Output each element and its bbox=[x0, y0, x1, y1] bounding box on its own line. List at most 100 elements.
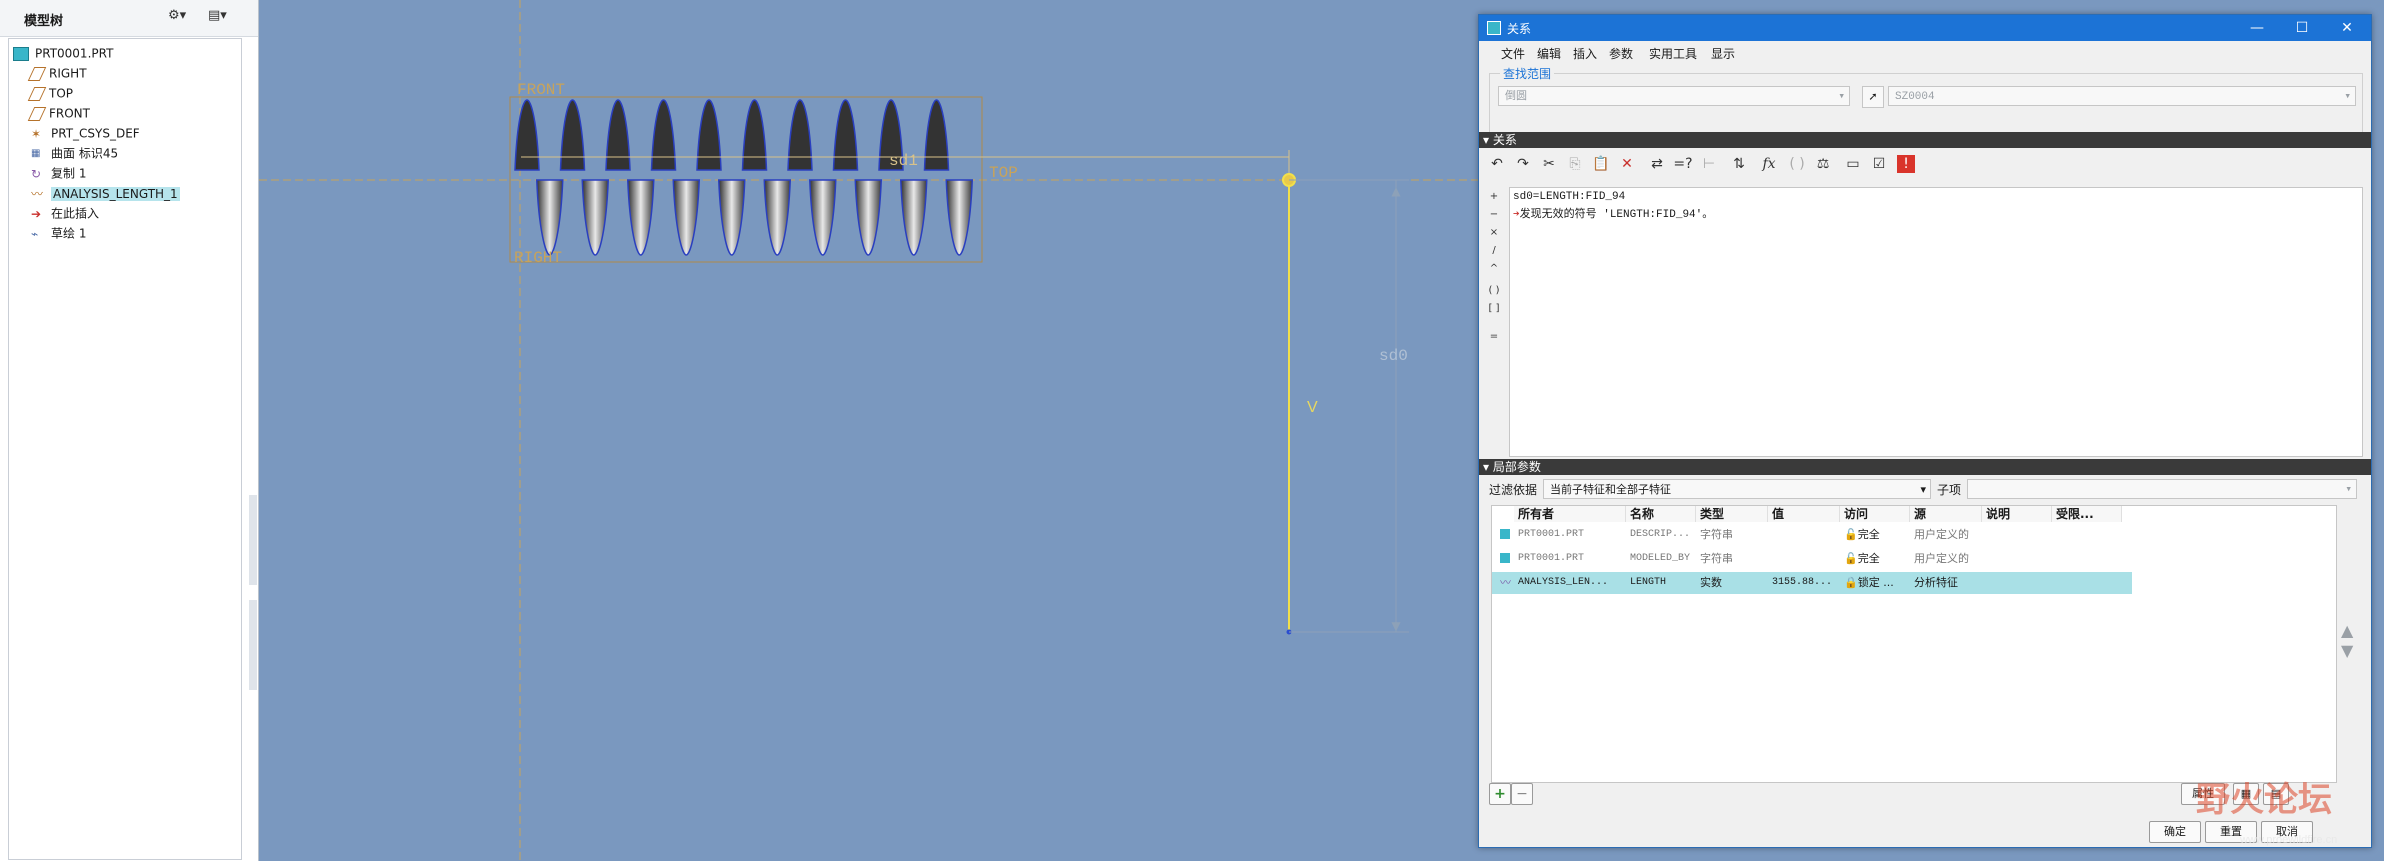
op-parens[interactable]: ( ) bbox=[1483, 285, 1505, 297]
v-label: V bbox=[1307, 399, 1318, 416]
tree-columns-icon[interactable]: ▤▾ bbox=[208, 8, 227, 30]
col-access[interactable]: 访问 bbox=[1840, 506, 1910, 522]
sort-icon[interactable]: ⇅ bbox=[1727, 152, 1751, 176]
scope-select[interactable]: 倒圆 ▾ bbox=[1498, 86, 1850, 106]
op-divide[interactable]: / bbox=[1483, 245, 1505, 257]
cell-restricted bbox=[2052, 524, 2122, 546]
verify-icon[interactable]: ▭ bbox=[1841, 152, 1865, 176]
function-icon[interactable]: fx bbox=[1757, 152, 1781, 176]
menu-insert[interactable]: 插入 bbox=[1573, 45, 1597, 62]
paste-icon[interactable]: 📋 bbox=[1589, 152, 1613, 176]
coil-lower-loop bbox=[899, 179, 928, 256]
graphics-canvas[interactable]: ▲ ▼ FRONT TOP RIGHT sd1 sd0 V bbox=[259, 0, 1479, 861]
op-multiply[interactable]: × bbox=[1483, 227, 1505, 239]
filter-label: 过滤依据 bbox=[1489, 483, 1538, 497]
access-full-icon: 🔓 bbox=[1844, 528, 1858, 541]
child-select[interactable]: ▾ bbox=[1967, 479, 2357, 499]
coil-lower-loop bbox=[672, 179, 701, 256]
tree-item-part[interactable]: PRT0001.PRT bbox=[13, 43, 113, 63]
tree-settings-icon[interactable]: ⚙▾ bbox=[168, 8, 186, 30]
chevron-down-icon: ▾ bbox=[2345, 484, 2352, 496]
table-row[interactable]: PRT0001.PRT DESCRIP... 字符串 🔓完全 用户定义的 bbox=[1492, 524, 2132, 546]
feature-select[interactable]: SZ0004 ▾ bbox=[1888, 86, 2356, 106]
col-value[interactable]: 值 bbox=[1768, 506, 1840, 522]
move-down-icon[interactable]: ▼ bbox=[2341, 641, 2353, 660]
sash-grip-lower[interactable] bbox=[249, 600, 257, 690]
delete-icon[interactable]: ✕ bbox=[1615, 152, 1639, 176]
tree-item-csys[interactable]: ✶ PRT_CSYS_DEF bbox=[31, 123, 140, 143]
op-minus[interactable]: − bbox=[1483, 209, 1505, 221]
relation-line: sd0=LENGTH:FID_94 bbox=[1513, 191, 1626, 203]
dimension-icon[interactable]: ⊢ bbox=[1697, 152, 1721, 176]
table-row[interactable]: PRT0001.PRT MODELED_BY 字符串 🔓完全 用户定义的 bbox=[1492, 548, 2132, 570]
check-icon[interactable]: ☑ bbox=[1867, 152, 1891, 176]
op-plus[interactable]: + bbox=[1483, 191, 1505, 203]
dialog-titlebar[interactable]: 关系 — ☐ ✕ bbox=[1479, 15, 2371, 41]
maximize-button[interactable]: ☐ bbox=[2282, 17, 2322, 39]
error-arrow-icon: ➔ bbox=[1513, 209, 1520, 221]
cell-source: 用户定义的 bbox=[1914, 528, 1969, 541]
watermark-logo: 野火论坛 bbox=[2196, 780, 2332, 820]
op-equals[interactable]: = bbox=[1483, 331, 1505, 343]
col-source[interactable]: 源 bbox=[1910, 506, 1982, 522]
part-icon bbox=[13, 46, 29, 61]
cell-value bbox=[1768, 524, 1840, 546]
col-restricted[interactable]: 受限... bbox=[2052, 506, 2122, 522]
local-params-section-header[interactable]: ▾ 局部参数 bbox=[1479, 459, 2371, 475]
sash-grip-upper[interactable] bbox=[249, 495, 257, 585]
spring-coil[interactable] bbox=[514, 99, 974, 256]
tree-item-front[interactable]: FRONT bbox=[27, 103, 90, 123]
col-description[interactable]: 说明 bbox=[1982, 506, 2052, 522]
part-row-icon bbox=[1496, 524, 1514, 546]
menu-utilities[interactable]: 实用工具 bbox=[1649, 45, 1697, 62]
menu-display[interactable]: 显示 bbox=[1711, 45, 1735, 62]
undo-icon[interactable]: ↶ bbox=[1485, 152, 1509, 176]
menu-edit[interactable]: 编辑 bbox=[1537, 45, 1561, 62]
copy-icon[interactable]: ⎘ bbox=[1563, 152, 1587, 176]
cell-access: 🔓完全 bbox=[1844, 552, 1880, 565]
ok-button[interactable]: 确定 bbox=[2149, 821, 2201, 843]
menu-file[interactable]: 文件 bbox=[1501, 45, 1525, 62]
minimize-button[interactable]: — bbox=[2237, 17, 2277, 39]
coil-lower-loop bbox=[945, 179, 974, 256]
evaluate-icon[interactable]: =? bbox=[1671, 152, 1695, 176]
tree-item-top[interactable]: TOP bbox=[27, 83, 73, 103]
relations-editor[interactable]: sd0=LENGTH:FID_94 ➔发现无效的符号 'LENGTH:FID_9… bbox=[1509, 187, 2363, 457]
select-pointer-icon[interactable]: ➚ bbox=[1862, 86, 1884, 108]
redo-icon[interactable]: ↷ bbox=[1511, 152, 1535, 176]
filter-select[interactable]: 当前子特征和全部子特征 ▾ bbox=[1543, 479, 1931, 499]
tree-item-analysis-length[interactable]: 〰 ANALYSIS_LENGTH_1 bbox=[31, 183, 180, 203]
relations-section-header[interactable]: ▾ 关系 bbox=[1479, 132, 2371, 148]
sd0-label: sd0 bbox=[1379, 347, 1408, 365]
tree-item-insert-here[interactable]: ➔ 在此插入 bbox=[31, 203, 99, 223]
col-name[interactable]: 名称 bbox=[1626, 506, 1696, 522]
op-brackets[interactable]: [ ] bbox=[1483, 303, 1505, 315]
close-button[interactable]: ✕ bbox=[2327, 17, 2367, 39]
menu-params[interactable]: 参数 bbox=[1609, 45, 1633, 62]
sd0-arrow-bottom: ▼ bbox=[1391, 619, 1401, 633]
move-up-icon[interactable]: ▲ bbox=[2341, 621, 2353, 640]
coil-lower-loop bbox=[763, 179, 792, 256]
table-row-selected[interactable]: 〰 ANALYSIS_LEN... LENGTH 实数 3155.88... 🔒… bbox=[1492, 572, 2132, 594]
relation-error-line: ➔发现无效的符号 'LENGTH:FID_94'。 bbox=[1513, 205, 1713, 221]
cell-type: 字符串 bbox=[1700, 552, 1733, 565]
coil-lower-loop bbox=[581, 179, 610, 256]
tree-item-sketch[interactable]: ⌁ 草绘 1 bbox=[31, 223, 86, 243]
col-type[interactable]: 类型 bbox=[1696, 506, 1768, 522]
parameters-icon[interactable]: ( ) bbox=[1785, 152, 1809, 176]
tree-item-surface[interactable]: ▦ 曲面 标识45 bbox=[31, 143, 118, 163]
csys-icon: ✶ bbox=[31, 126, 42, 141]
tree-item-right[interactable]: RIGHT bbox=[27, 63, 87, 83]
stop-icon[interactable]: ! bbox=[1897, 155, 1915, 173]
remove-param-button[interactable]: − bbox=[1511, 783, 1533, 805]
units-icon[interactable]: ⚖ bbox=[1811, 152, 1835, 176]
graphics-window[interactable]: ▲ ▼ FRONT TOP RIGHT sd1 sd0 V bbox=[259, 0, 1479, 861]
add-param-button[interactable]: + bbox=[1489, 783, 1511, 805]
cell-value: 3155.88... bbox=[1772, 577, 1833, 588]
col-owner[interactable]: 所有者 bbox=[1514, 506, 1626, 522]
switch-dims-icon[interactable]: ⇄ bbox=[1645, 152, 1669, 176]
op-power[interactable]: ^ bbox=[1483, 263, 1505, 275]
model-tree-list: PRT0001.PRT RIGHT TOP FRONT ✶ PRT_CSYS_DE… bbox=[8, 38, 242, 860]
tree-item-copy[interactable]: ↻ 复制 1 bbox=[31, 163, 86, 183]
cut-icon[interactable]: ✂ bbox=[1537, 152, 1561, 176]
